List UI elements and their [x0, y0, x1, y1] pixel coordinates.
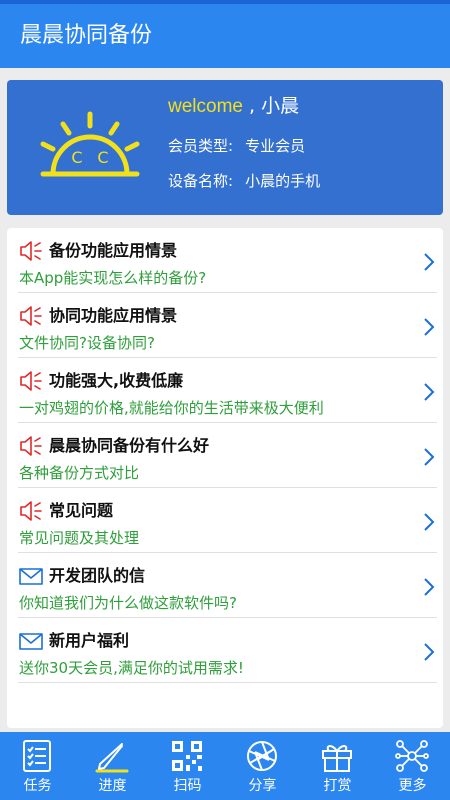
welcome-separator: ,	[242, 95, 262, 117]
sun-logo-icon: C C	[40, 111, 140, 177]
chevron-right-icon	[424, 448, 435, 466]
list-item-title: 新用户福利	[49, 631, 130, 650]
tab-label: 打赏	[323, 778, 352, 794]
chevron-right-icon	[424, 318, 435, 336]
task-list-icon	[23, 740, 51, 772]
envelope-icon	[19, 633, 43, 650]
tab-label: 扫码	[173, 778, 202, 794]
progress-pen-icon	[95, 743, 129, 773]
qr-code-icon	[172, 741, 202, 771]
list-item-subtitle: 一对鸡翅的价格,就能给你的生活带来极大便利	[19, 399, 324, 417]
member-type-value: 专业会员	[245, 137, 306, 155]
speaker-icon	[20, 306, 42, 326]
list-item-title: 备份功能应用情景	[49, 241, 178, 260]
tab-label: 更多	[398, 778, 427, 794]
tab-donate[interactable]: 打赏	[300, 732, 375, 800]
member-type-label: 会员类型:	[168, 137, 234, 155]
tab-more[interactable]: 更多	[375, 732, 450, 800]
list-item[interactable]: 常见问题 常见问题及其处理	[7, 488, 443, 553]
profile-card: C C welcome , 小晨 会员类型: 专业会员 设备名称: 小晨的手机	[7, 80, 443, 215]
app-title: 晨晨协同备份	[20, 23, 153, 48]
list-item[interactable]: 功能强大,收费低廉 一对鸡翅的价格,就能给你的生活带来极大便利	[7, 358, 443, 423]
list-item-title: 常见问题	[49, 501, 114, 520]
welcome-line: welcome , 小晨	[168, 93, 299, 120]
device-name-line: 设备名称: 小晨的手机	[168, 170, 320, 192]
list-item-subtitle: 送你30天会员,满足你的试用需求!	[19, 659, 244, 677]
speaker-icon	[20, 436, 42, 456]
logo-letter-1: C	[71, 148, 82, 167]
list-item-title: 协同功能应用情景	[49, 306, 178, 325]
member-type-line: 会员类型: 专业会员	[168, 135, 305, 157]
list-item-subtitle: 各种备份方式对比	[19, 464, 140, 482]
share-aperture-icon	[247, 741, 277, 771]
speaker-icon	[20, 501, 42, 521]
chevron-right-icon	[424, 643, 435, 661]
tab-progress[interactable]: 进度	[75, 732, 150, 800]
list-item[interactable]: 协同功能应用情景 文件协同?设备协同?	[7, 293, 443, 358]
list-item-subtitle: 你知道我们为什么做这款软件吗?	[19, 594, 237, 612]
speaker-icon	[20, 371, 42, 391]
envelope-icon	[19, 568, 43, 585]
tab-label: 任务	[23, 778, 52, 794]
gift-icon	[322, 745, 352, 772]
chevron-right-icon	[424, 383, 435, 401]
list-item[interactable]: 开发团队的信 你知道我们为什么做这款软件吗?	[7, 553, 443, 618]
tab-label: 进度	[98, 778, 127, 794]
device-name-value: 小晨的手机	[245, 172, 321, 190]
chevron-right-icon	[424, 578, 435, 596]
device-name-label: 设备名称:	[168, 172, 234, 190]
list-item-subtitle: 文件协同?设备协同?	[19, 334, 155, 352]
list-item[interactable]: 新用户福利 送你30天会员,满足你的试用需求!	[7, 618, 443, 683]
chevron-right-icon	[424, 513, 435, 531]
list-item-title: 晨晨协同备份有什么好	[49, 436, 210, 455]
logo-letter-2: C	[97, 148, 108, 167]
list-item-title: 功能强大,收费低廉	[49, 371, 184, 390]
list-item-subtitle: 本App能实现怎么样的备份?	[19, 269, 207, 287]
list-item[interactable]: 晨晨协同备份有什么好 各种备份方式对比	[7, 423, 443, 488]
tab-share[interactable]: 分享	[225, 732, 300, 800]
welcome-text: welcome	[168, 96, 243, 117]
list-item[interactable]: 备份功能应用情景 本App能实现怎么样的备份?	[7, 228, 443, 293]
speaker-icon	[20, 241, 42, 261]
tab-scan[interactable]: 扫码	[150, 732, 225, 800]
tab-tasks[interactable]: 任务	[0, 732, 75, 800]
chevron-right-icon	[424, 253, 435, 271]
app-bar: 晨晨协同备份	[0, 4, 450, 68]
bottom-nav: 任务 进度 扫码 分享 打赏 更多	[0, 732, 450, 800]
info-list: 备份功能应用情景 本App能实现怎么样的备份? 协同功能应用情景 文件协同?设备…	[7, 228, 443, 728]
network-icon	[395, 740, 429, 772]
tab-label: 分享	[248, 778, 277, 794]
list-item-subtitle: 常见问题及其处理	[19, 529, 140, 547]
user-name: 小晨	[261, 95, 300, 117]
list-item-title: 开发团队的信	[49, 566, 146, 585]
